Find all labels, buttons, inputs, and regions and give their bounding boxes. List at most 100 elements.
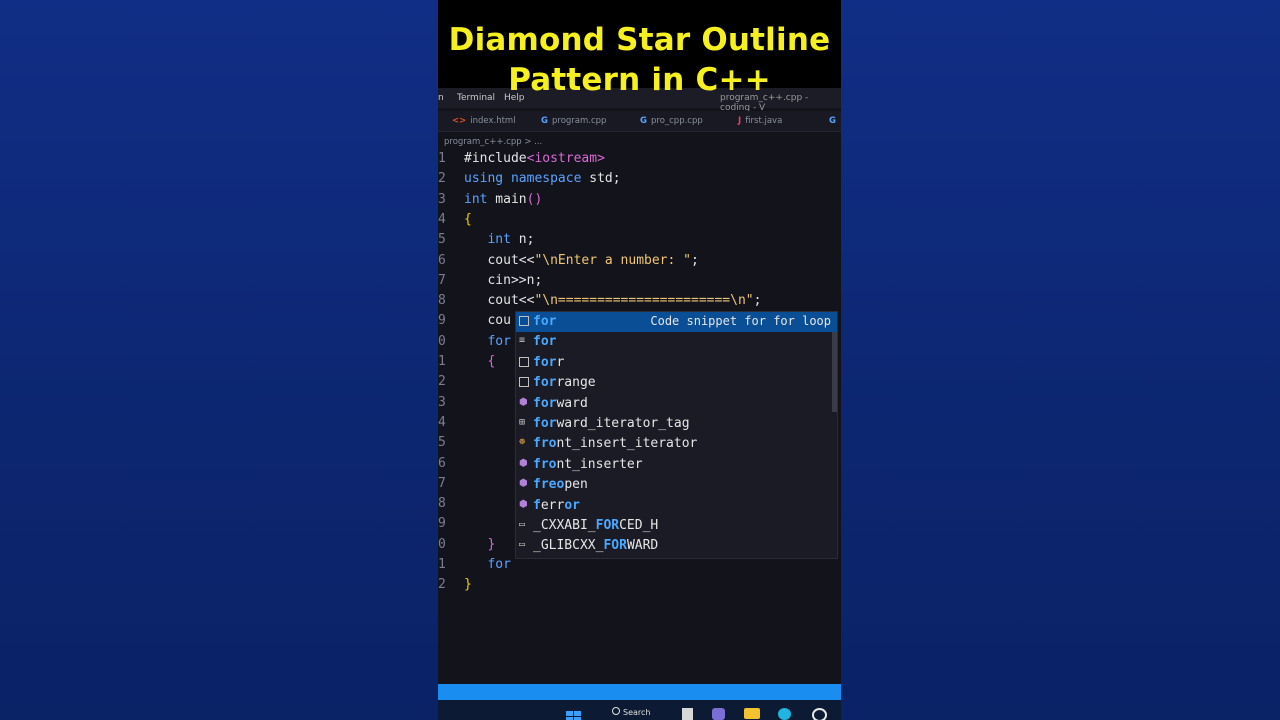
- code-token: namespace: [510, 171, 582, 187]
- keyword-icon: ≡: [519, 335, 526, 347]
- suggestion-item[interactable]: for Code snippet for for loop: [516, 312, 837, 332]
- line-number: 7: [438, 272, 446, 288]
- line-number: 1: [438, 151, 446, 166]
- suggestion-item[interactable]: ⬢ ferror: [516, 496, 837, 516]
- suggestion-label: for: [533, 314, 556, 329]
- tab-label: pro_cpp.cpp: [650, 116, 703, 126]
- suggestion-item[interactable]: ≡ for: [516, 332, 837, 352]
- code-token: cou: [464, 313, 511, 329]
- tab-pro-cpp-cpp[interactable]: Gpro_cpp.cpp: [640, 116, 703, 126]
- java-file-icon: J: [738, 116, 742, 126]
- code-token: n;: [510, 232, 535, 248]
- autocomplete-scrollbar[interactable]: [832, 332, 837, 412]
- snippet-icon: [519, 356, 529, 367]
- line-number: 8: [438, 293, 446, 309]
- line-number: 2: [438, 577, 446, 593]
- suggestion-label: forr: [533, 355, 564, 370]
- taskbar: Search: [438, 700, 841, 720]
- line-number: 6: [438, 455, 446, 471]
- video-title-line-2: Pattern in C++: [508, 62, 771, 98]
- suggestion-match: fro: [533, 456, 557, 472]
- suggestion-label: for: [533, 334, 556, 349]
- line-number: 9: [438, 313, 446, 329]
- cpp-file-icon: G: [541, 116, 548, 126]
- line-number: 1: [438, 557, 446, 572]
- suggestion-label: _GLIBCXX_FORWARD: [533, 538, 658, 553]
- suggestion-text: _GLIBCXX_: [533, 538, 604, 554]
- line-number: 7: [438, 475, 446, 491]
- line-number: 1: [438, 354, 446, 369]
- cpp-file-icon: G: [829, 116, 836, 126]
- suggestion-item[interactable]: ⬢ front_inserter: [516, 455, 837, 475]
- tab-label: first.java: [745, 116, 783, 126]
- teams-icon[interactable]: [712, 708, 726, 720]
- code-token: cout<<: [464, 293, 535, 309]
- code-token: int: [464, 191, 488, 207]
- code-token: main: [487, 191, 527, 207]
- search-icon: [612, 707, 620, 715]
- folder-icon[interactable]: [744, 708, 760, 720]
- line-number: 5: [438, 435, 446, 451]
- method-icon: ⬢: [519, 396, 528, 408]
- suggestion-text: ward_iterator_tag: [556, 416, 690, 431]
- suggestion-match: freo: [533, 477, 565, 493]
- taskbar-search[interactable]: Search: [598, 707, 658, 720]
- suggestion-item[interactable]: ⬢ forward: [516, 394, 837, 414]
- suggestion-item[interactable]: ⬢ freopen: [516, 475, 837, 495]
- suggestion-match: for: [533, 354, 557, 370]
- suggestion-text: WARD: [626, 538, 659, 554]
- search-label: Search: [623, 708, 651, 717]
- code-line: int main(): [464, 192, 542, 207]
- tab-first-java[interactable]: Jfirst.java: [738, 116, 782, 126]
- suggestion-item[interactable]: forrange: [516, 373, 837, 393]
- suggestion-label: _CXXABI_FORCED_H: [533, 518, 658, 533]
- suggestion-label: forrange: [533, 375, 596, 390]
- suggestion-match: for: [533, 334, 557, 350]
- file-icon[interactable]: [682, 708, 696, 720]
- suggestion-text: nt_insert_iterator: [556, 436, 698, 452]
- breadcrumb[interactable]: program_c++.cpp > ...: [444, 137, 542, 147]
- suggestion-item[interactable]: ▭ _CXXABI_FORCED_H: [516, 516, 837, 536]
- code-token: {: [487, 354, 496, 369]
- constant-icon: ▭: [519, 539, 526, 551]
- tab-index-html[interactable]: <> index.html: [452, 116, 516, 126]
- code-token: }: [487, 536, 496, 552]
- tab-active-cpp[interactable]: G: [829, 116, 840, 126]
- suggestion-text: nt_inserter: [556, 456, 643, 472]
- suggestion-item[interactable]: ⊞ forward_iterator_tag: [516, 414, 837, 434]
- snippet-icon: [519, 377, 529, 388]
- status-bar: [438, 684, 841, 700]
- suggestion-item[interactable]: ▭ _GLIBCXX_FORWARD: [516, 536, 837, 556]
- class-icon: ☸: [519, 437, 526, 449]
- code-line: }: [464, 577, 472, 592]
- autocomplete-widget: ▭ _GLIBCXX_FORWARD ▭ _CXXABI_FORCED_H ⬢ ferro…: [515, 311, 838, 559]
- code-line: cou: [464, 313, 511, 328]
- suggestion-match: FOR: [595, 518, 620, 533]
- suggestion-label: ferror: [533, 498, 580, 513]
- editor-tabs: <> index.html Gprogram.cpp Gpro_cpp.cpp J…: [438, 111, 841, 132]
- browser-icon[interactable]: [778, 708, 792, 720]
- snippet-icon: [519, 316, 529, 326]
- suggestion-text: _CXXABI_: [533, 518, 596, 533]
- code-line: #include<iostream>: [464, 151, 605, 166]
- suggestion-item[interactable]: ☸ front_insert_iterator: [516, 434, 837, 454]
- suggestion-item[interactable]: forr: [516, 353, 837, 373]
- suggestion-detail: Code snippet for for loop: [650, 314, 831, 328]
- video-frame: n Terminal Help program_c++.cpp - coding…: [438, 0, 841, 720]
- code-token: "\nEnter a number: ": [534, 252, 691, 268]
- code-token: ;: [753, 293, 762, 309]
- line-number: 6: [438, 252, 446, 268]
- windows-start-icon[interactable]: [566, 708, 581, 720]
- line-number: 4: [438, 211, 446, 227]
- suggestion-match: for: [533, 375, 557, 391]
- tab-program-cpp[interactable]: Gprogram.cpp: [541, 116, 606, 126]
- code-token: }: [464, 577, 472, 593]
- app-icon[interactable]: [812, 708, 827, 720]
- code-token: cout<<: [464, 252, 535, 268]
- suggestion-label: forward_iterator_tag: [533, 416, 690, 431]
- line-number: 2: [438, 374, 446, 390]
- line-number: 9: [438, 516, 446, 532]
